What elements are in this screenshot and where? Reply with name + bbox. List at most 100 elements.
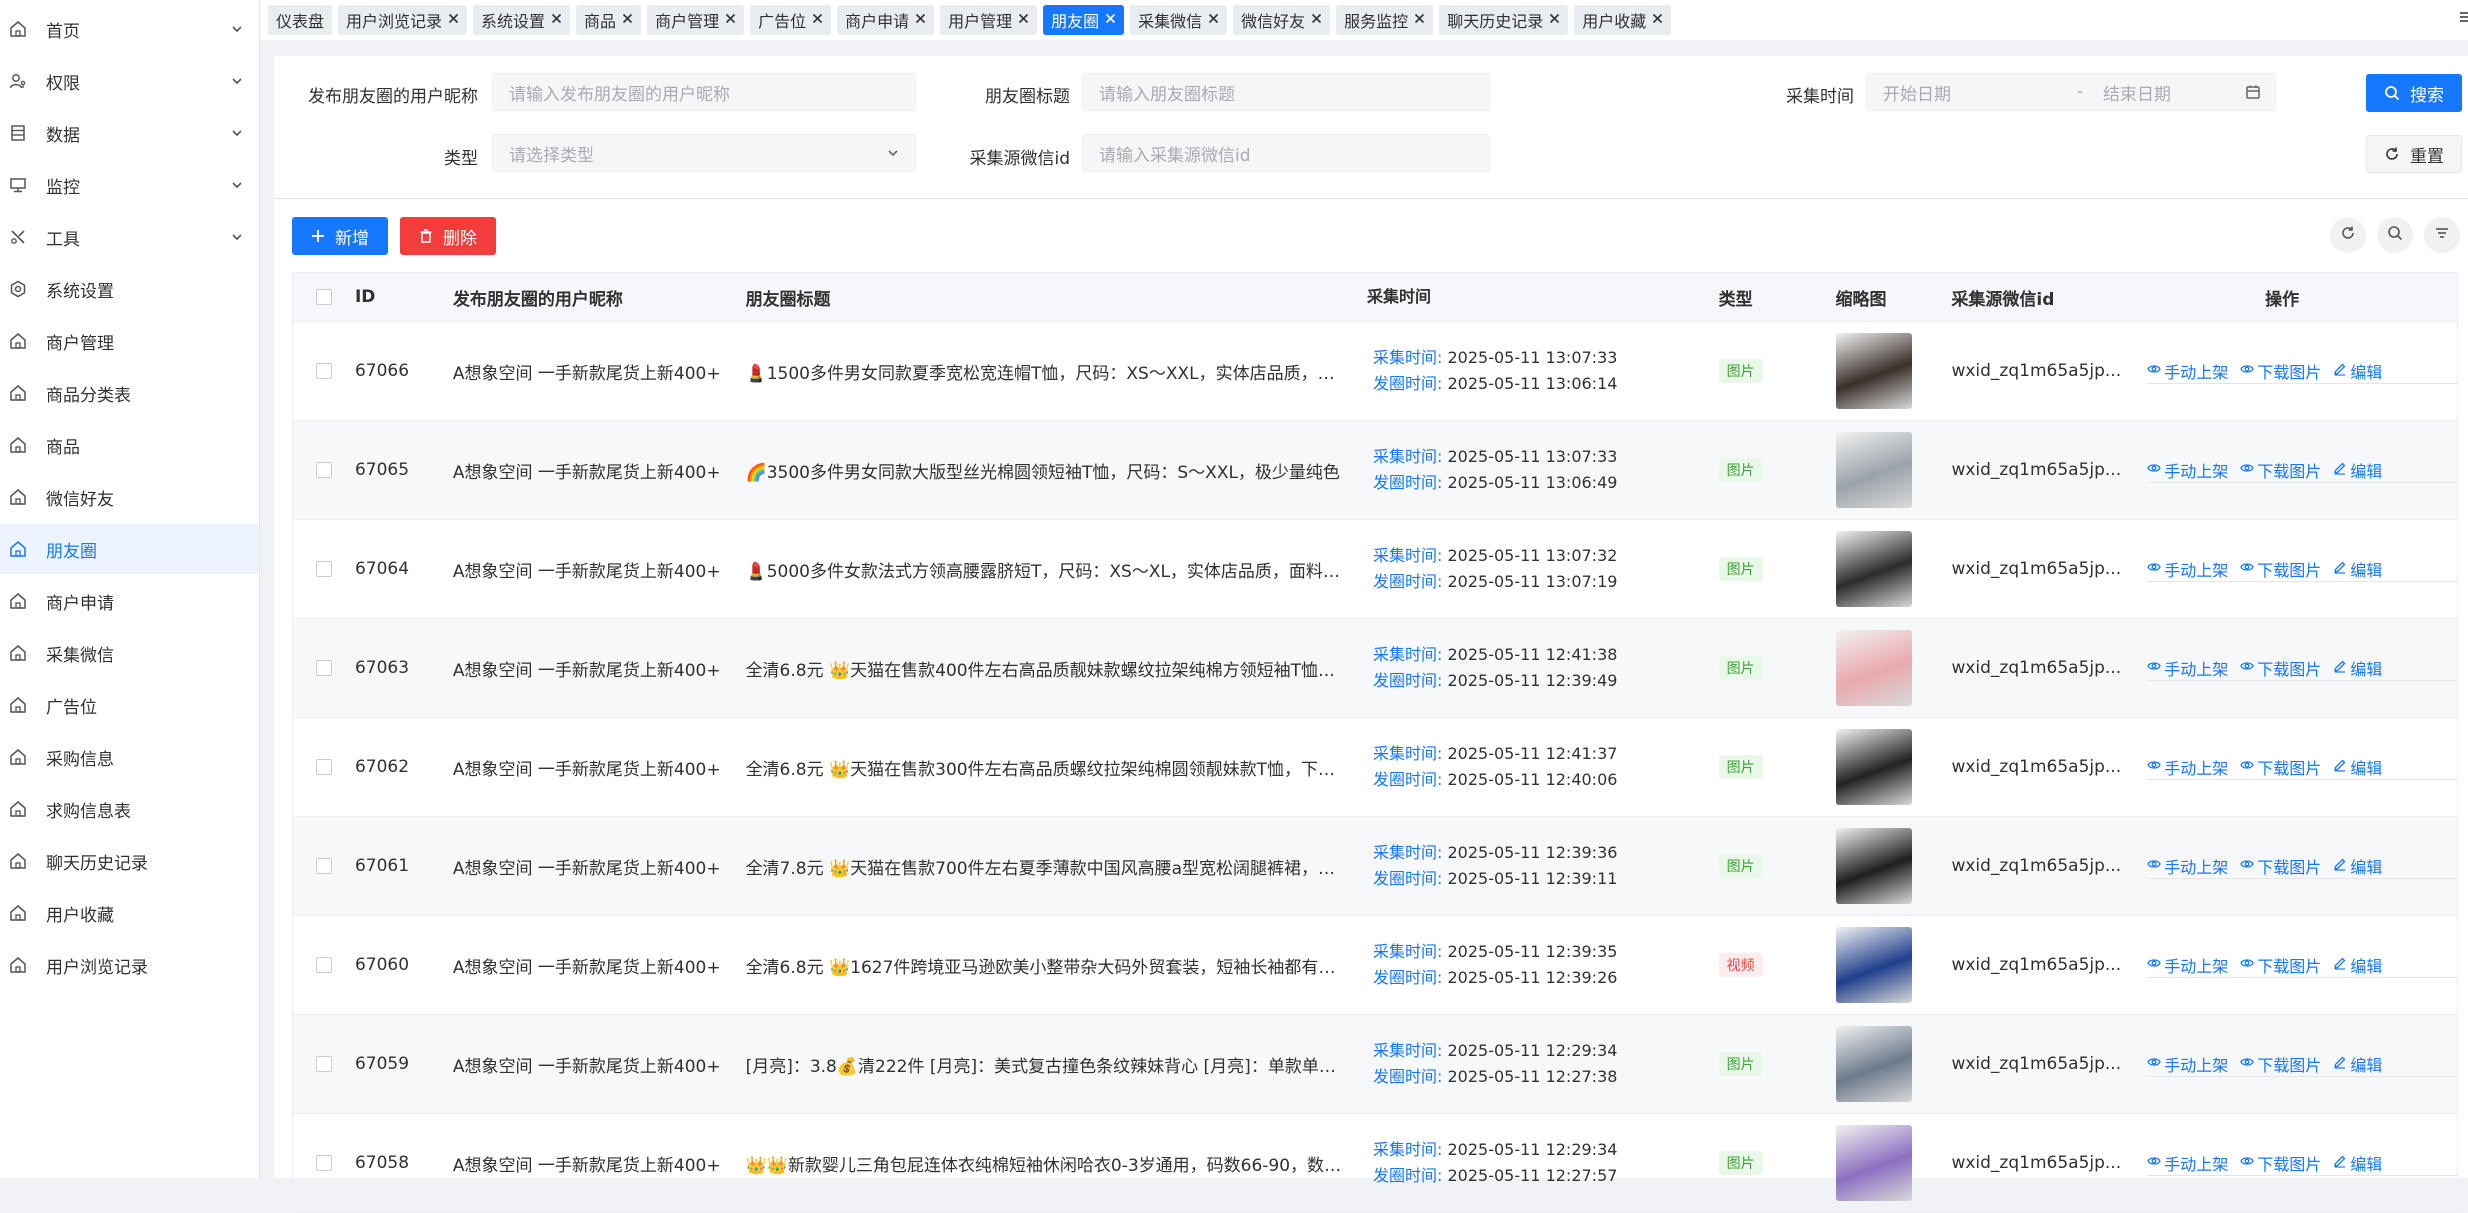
sidebar-item-5[interactable]: 系统设置 [0,264,259,314]
sidebar-item-17[interactable]: 用户收藏 [0,888,259,938]
manual-shelf-link[interactable]: 手动上架 [2147,656,2228,680]
sidebar-item-6[interactable]: 商户管理 [0,316,259,366]
edit-link[interactable]: 编辑 [2333,557,2382,581]
sidebar-item-16[interactable]: 聊天历史记录 [0,836,259,886]
thumbnail-image[interactable] [1835,1125,1912,1201]
sidebar-item-10[interactable]: 朋友圈 [0,524,259,574]
close-icon[interactable] [1414,12,1425,28]
tab-9[interactable]: 采集微信 [1130,5,1228,35]
edit-link[interactable]: 编辑 [2333,458,2382,482]
row-thumbnail[interactable] [1835,1026,1952,1102]
thumbnail-image[interactable] [1835,630,1912,706]
row-thumbnail[interactable] [1835,828,1952,904]
close-icon[interactable] [1549,12,1560,28]
row-checkbox[interactable] [293,1056,355,1072]
sidebar-item-4[interactable]: 工具 [0,212,259,262]
row-checkbox[interactable] [293,1155,355,1171]
close-icon[interactable] [551,12,562,28]
close-icon[interactable] [622,12,633,28]
close-icon[interactable] [1208,12,1219,28]
reset-button[interactable]: 重置 [2366,135,2462,173]
row-thumbnail[interactable] [1835,927,1952,1003]
manual-shelf-link[interactable]: 手动上架 [2147,359,2228,383]
thumbnail-image[interactable] [1835,531,1912,607]
download-image-link[interactable]: 下载图片 [2240,557,2321,581]
sidebar-item-13[interactable]: 广告位 [0,680,259,730]
close-icon[interactable] [448,12,459,28]
search-button[interactable]: 搜索 [2366,74,2462,112]
tab-13[interactable]: 用户收藏 [1574,5,1672,35]
close-icon[interactable] [915,12,926,28]
sidebar-item-11[interactable]: 商户申请 [0,576,259,626]
sidebar-item-8[interactable]: 商品 [0,420,259,470]
download-image-link[interactable]: 下载图片 [2240,953,2321,977]
close-icon[interactable] [725,12,736,28]
more-icon[interactable] [2460,6,2468,28]
manual-shelf-link[interactable]: 手动上架 [2147,755,2228,779]
row-checkbox[interactable] [293,858,355,874]
edit-link[interactable]: 编辑 [2333,953,2382,977]
close-icon[interactable] [812,12,823,28]
row-thumbnail[interactable] [1835,531,1952,607]
date-range-input[interactable]: 开始日期 - 结束日期 [1866,73,2276,111]
download-image-link[interactable]: 下载图片 [2240,458,2321,482]
column-settings-button[interactable] [2424,217,2460,253]
row-checkbox[interactable] [293,561,355,577]
manual-shelf-link[interactable]: 手动上架 [2147,458,2228,482]
sidebar-item-12[interactable]: 采集微信 [0,628,259,678]
tab-1[interactable]: 用户浏览记录 [338,5,468,35]
sidebar-item-18[interactable]: 用户浏览记录 [0,940,259,990]
row-checkbox[interactable] [293,759,355,775]
title-input[interactable]: 请输入朋友圈标题 [1082,73,1490,111]
close-icon[interactable] [1105,12,1116,28]
close-icon[interactable] [1018,12,1029,28]
download-image-link[interactable]: 下载图片 [2240,755,2321,779]
tab-4[interactable]: 商户管理 [647,5,745,35]
row-checkbox[interactable] [293,660,355,676]
toggle-search-button[interactable] [2377,217,2413,253]
tab-0[interactable]: 仪表盘 [268,5,333,35]
sidebar-item-0[interactable]: 首页 [0,4,259,54]
manual-shelf-link[interactable]: 手动上架 [2147,854,2228,878]
wxid-input[interactable]: 请输入采集源微信id [1082,134,1490,172]
row-thumbnail[interactable] [1835,333,1952,409]
delete-button[interactable]: 删除 [400,217,496,255]
thumbnail-image[interactable] [1835,729,1912,805]
download-image-link[interactable]: 下载图片 [2240,359,2321,383]
edit-link[interactable]: 编辑 [2333,1052,2382,1076]
sidebar-item-14[interactable]: 采购信息 [0,732,259,782]
download-image-link[interactable]: 下载图片 [2240,656,2321,680]
close-icon[interactable] [1311,12,1322,28]
row-checkbox[interactable] [293,363,355,379]
type-select[interactable]: 请选择类型 [492,134,916,172]
manual-shelf-link[interactable]: 手动上架 [2147,953,2228,977]
tab-3[interactable]: 商品 [576,5,642,35]
nickname-input[interactable]: 请输入发布朋友圈的用户昵称 [492,73,916,111]
close-icon[interactable] [1652,12,1663,28]
edit-link[interactable]: 编辑 [2333,755,2382,779]
sidebar-item-9[interactable]: 微信好友 [0,472,259,522]
thumbnail-image[interactable] [1835,1026,1912,1102]
manual-shelf-link[interactable]: 手动上架 [2147,1151,2228,1175]
row-thumbnail[interactable] [1835,729,1952,805]
sidebar-item-15[interactable]: 求购信息表 [0,784,259,834]
tab-5[interactable]: 广告位 [750,5,832,35]
manual-shelf-link[interactable]: 手动上架 [2147,557,2228,581]
sidebar-item-2[interactable]: 数据 [0,108,259,158]
tab-8[interactable]: 朋友圈 [1043,5,1125,35]
add-button[interactable]: 新增 [292,217,388,255]
download-image-link[interactable]: 下载图片 [2240,1052,2321,1076]
edit-link[interactable]: 编辑 [2333,359,2382,383]
row-thumbnail[interactable] [1835,432,1952,508]
download-image-link[interactable]: 下载图片 [2240,854,2321,878]
tab-10[interactable]: 微信好友 [1233,5,1331,35]
edit-link[interactable]: 编辑 [2333,854,2382,878]
sidebar-item-7[interactable]: 商品分类表 [0,368,259,418]
row-checkbox[interactable] [293,957,355,973]
edit-link[interactable]: 编辑 [2333,1151,2382,1175]
thumbnail-image[interactable] [1835,927,1912,1003]
tab-12[interactable]: 聊天历史记录 [1439,5,1569,35]
edit-link[interactable]: 编辑 [2333,656,2382,680]
manual-shelf-link[interactable]: 手动上架 [2147,1052,2228,1076]
tab-6[interactable]: 商户申请 [837,5,935,35]
